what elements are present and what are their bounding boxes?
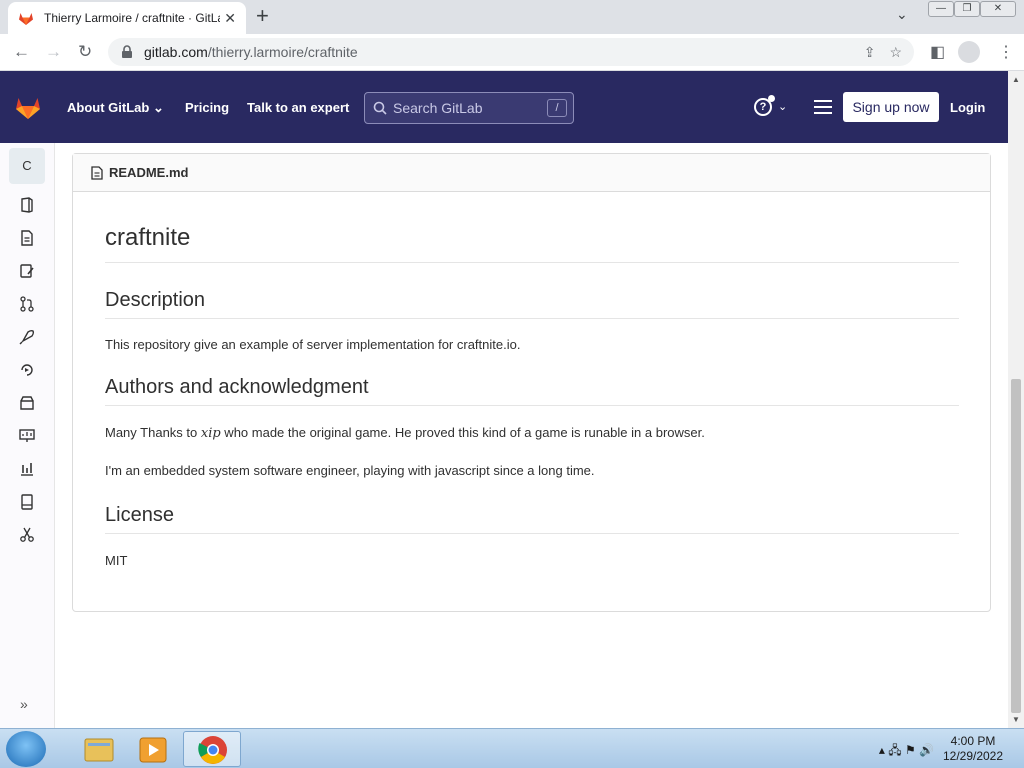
scrollbar-thumb[interactable] (1011, 379, 1021, 713)
gitlab-favicon-icon (19, 13, 33, 25)
project-overview-icon[interactable] (19, 197, 35, 213)
snippets-scissors-icon[interactable] (19, 527, 35, 543)
browser-tabstrip: Thierry Larmoire / craftnite · GitLab ✕ … (0, 0, 1024, 34)
gitlab-logo-icon[interactable] (14, 93, 42, 121)
reload-icon[interactable]: ↻ (78, 42, 92, 62)
talk-to-expert-link[interactable]: Talk to an expert (247, 100, 349, 115)
notification-dot (768, 95, 775, 102)
restore-window-icon[interactable]: ❐ (954, 1, 980, 17)
browser-toolbar: ← → ↻ gitlab.com/thierry.larmoire/craftn… (0, 34, 1024, 71)
search-shortcut-key: / (547, 99, 567, 117)
windows-start-icon[interactable] (6, 731, 46, 767)
page-scrollbar[interactable]: ▲ ▼ (1008, 71, 1024, 728)
description-text: This repository give an example of serve… (105, 337, 521, 352)
chrome-taskbar-icon[interactable] (183, 731, 241, 767)
kebab-menu-icon[interactable]: ⋮ (998, 42, 1014, 62)
new-tab-icon[interactable]: + (256, 4, 269, 28)
close-window-icon[interactable]: ✕ (980, 1, 1016, 17)
system-tray-icons[interactable]: ▴ 🖧 ⚑ 🔊 (879, 741, 934, 762)
file-explorer-taskbar-icon[interactable] (70, 731, 128, 767)
readme-content: craftnite Description This repository gi… (105, 192, 959, 568)
chevron-down-icon: ⌄ (152, 100, 164, 115)
readme-panel: README.md craftnite Description This rep… (72, 153, 991, 612)
search-placeholder: Search GitLab (393, 100, 483, 116)
browser-tab[interactable]: Thierry Larmoire / craftnite · GitLab ✕ (8, 2, 246, 34)
share-icon[interactable]: ⇪ (864, 44, 876, 61)
authors-paragraph-2: I'm an embedded system software engineer… (105, 463, 595, 478)
scroll-up-icon[interactable]: ▲ (1012, 75, 1020, 84)
clock-time: 4:00 PM (950, 734, 996, 748)
search-icon (373, 101, 387, 115)
address-bar[interactable]: gitlab.com/thierry.larmoire/craftnite ⇪ … (108, 38, 914, 66)
ci-cd-rocket-icon[interactable] (19, 329, 35, 345)
authors-text-post: who made the original game. He proved th… (220, 425, 705, 440)
media-player-taskbar-icon[interactable] (126, 731, 184, 767)
authors-heading: Authors and acknowledgment (105, 376, 959, 406)
authors-text-pre: Many Thanks to (105, 425, 201, 440)
tab-search-chevron-icon[interactable]: ⌄ (896, 6, 908, 23)
readme-title: craftnite (105, 192, 959, 263)
authors-paragraph-1: Many Thanks to xip who made the original… (105, 425, 959, 441)
back-arrow-icon[interactable]: ← (13, 42, 30, 62)
search-input[interactable]: Search GitLab / (364, 92, 574, 124)
url-path: /thierry.larmoire/craftnite (207, 44, 358, 60)
lock-icon (122, 45, 132, 58)
project-avatar[interactable]: C (9, 148, 45, 184)
file-icon (91, 165, 103, 180)
readme-header: README.md (73, 154, 990, 192)
login-link[interactable]: Login (950, 100, 985, 115)
forward-arrow-icon[interactable]: → (45, 42, 62, 62)
license-heading: License (105, 504, 959, 534)
license-text: MIT (105, 553, 128, 568)
author-name-xip: xip (200, 426, 221, 441)
description-heading: Description (105, 289, 959, 319)
minimize-window-icon[interactable]: — (928, 1, 954, 17)
repository-icon[interactable] (19, 230, 35, 246)
collapse-sidebar-icon[interactable]: » (20, 696, 28, 712)
tab-close-icon[interactable]: ✕ (224, 10, 236, 27)
packages-icon[interactable] (19, 395, 35, 411)
help-chevron-down-icon[interactable]: ⌄ (778, 100, 787, 113)
taskbar-clock[interactable]: 4:00 PM 12/29/2022 (938, 734, 1008, 764)
about-gitlab-label: About GitLab (67, 100, 150, 115)
windows-taskbar: ▴ 🖧 ⚑ 🔊 4:00 PM 12/29/2022 (0, 728, 1024, 768)
sign-up-button[interactable]: Sign up now (843, 92, 939, 122)
analytics-icon[interactable] (19, 461, 35, 477)
url-host: gitlab.com (144, 44, 208, 60)
deployments-icon[interactable] (19, 362, 35, 378)
wiki-icon[interactable] (19, 494, 35, 510)
pricing-link[interactable]: Pricing (185, 100, 229, 115)
gitlab-header: About GitLab ⌄ Pricing Talk to an expert… (0, 71, 1024, 143)
profile-avatar-icon[interactable] (958, 41, 980, 63)
merge-requests-icon[interactable] (19, 296, 35, 312)
about-gitlab-menu[interactable]: About GitLab ⌄ (67, 100, 164, 116)
bookmark-star-icon[interactable]: ☆ (889, 44, 902, 61)
issues-icon[interactable] (19, 263, 35, 279)
monitor-icon[interactable] (19, 428, 35, 444)
scroll-down-icon[interactable]: ▼ (1012, 715, 1020, 724)
tab-title: Thierry Larmoire / craftnite · GitLab (44, 11, 220, 25)
hamburger-menu-icon[interactable] (814, 100, 832, 118)
project-sidebar: C » (0, 143, 55, 728)
side-panel-icon[interactable]: ◧ (930, 42, 945, 62)
clock-date: 12/29/2022 (942, 749, 1004, 763)
readme-filename[interactable]: README.md (109, 165, 188, 180)
